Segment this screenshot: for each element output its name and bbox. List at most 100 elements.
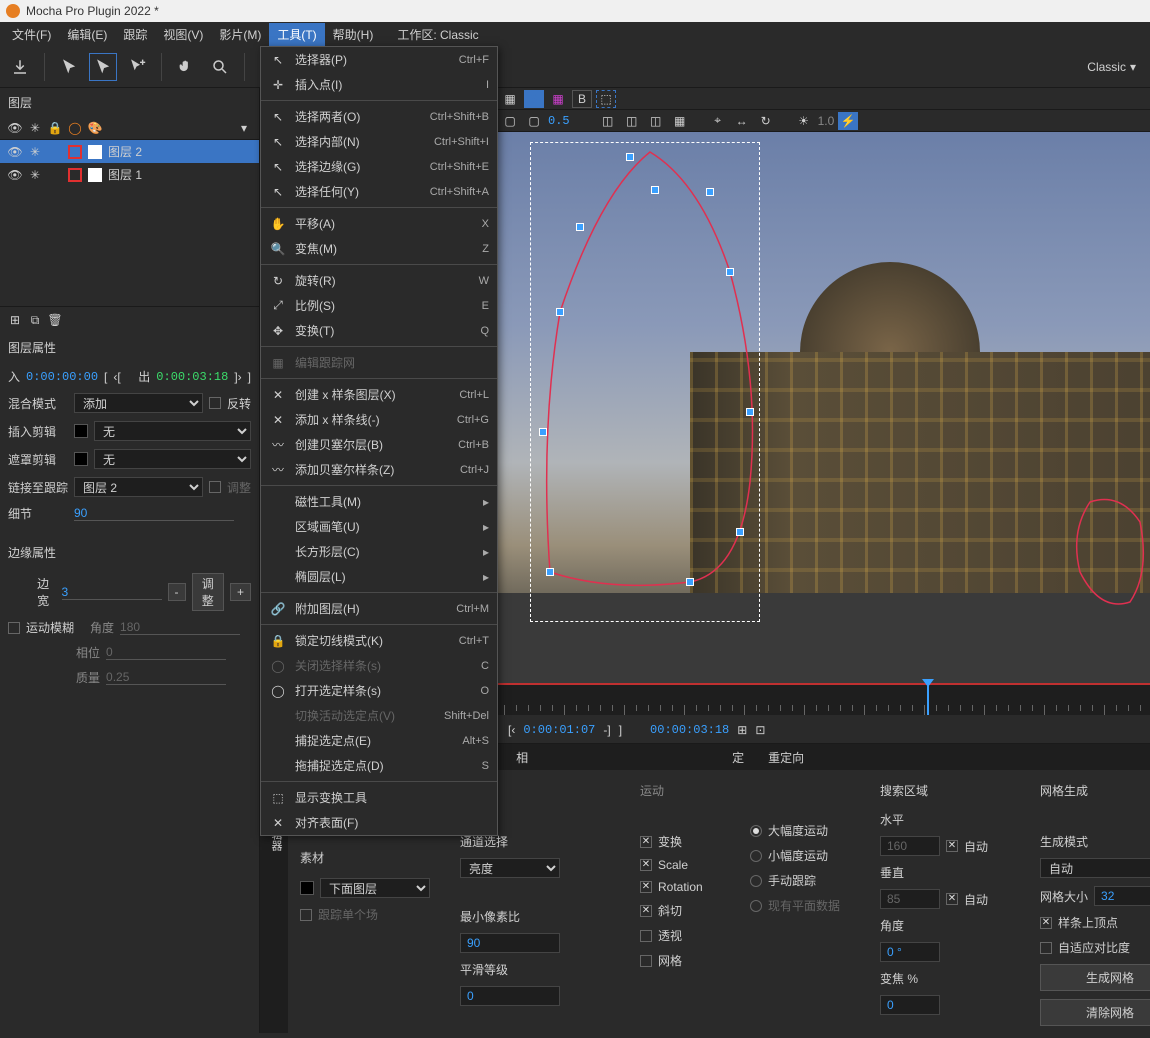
smooth-input[interactable] bbox=[460, 986, 560, 1006]
edge-minus-button[interactable]: - bbox=[168, 583, 186, 601]
htab-stabilize[interactable]: 定 bbox=[720, 744, 756, 770]
spline-handle[interactable] bbox=[576, 223, 584, 231]
menu-item[interactable]: ↖选择内部(N)Ctrl+Shift+I bbox=[261, 129, 497, 154]
spline-handle[interactable] bbox=[726, 268, 734, 276]
shear-checkbox[interactable] bbox=[640, 905, 652, 917]
pick-icon[interactable]: ⌖ bbox=[708, 112, 728, 130]
group-icon[interactable]: ⊞ bbox=[8, 313, 22, 327]
menu-item[interactable]: ⤢比例(S)E bbox=[261, 293, 497, 318]
eye-icon[interactable]: 👁 bbox=[8, 168, 22, 182]
adjust-checkbox[interactable] bbox=[209, 481, 221, 493]
spline-color-icon[interactable]: ◯ bbox=[68, 121, 82, 135]
menu-item[interactable]: ◯打开选定样条(s)O bbox=[261, 678, 497, 703]
gen-mode-select[interactable]: 自动 bbox=[1040, 858, 1150, 878]
layer-row[interactable]: 👁 ✳ 图层 1 bbox=[0, 163, 259, 186]
menu-help[interactable]: 帮助(H) bbox=[325, 23, 382, 46]
clear-mesh-button[interactable]: 清除网格 bbox=[1040, 999, 1150, 1026]
trash-icon[interactable]: 🗑 bbox=[48, 313, 62, 327]
motion-blur-checkbox[interactable] bbox=[8, 622, 20, 634]
menu-item[interactable]: 磁性工具(M)▸ bbox=[261, 489, 497, 514]
zoom-tool-icon[interactable] bbox=[206, 53, 234, 81]
menu-item[interactable]: 长方形层(C)▸ bbox=[261, 539, 497, 564]
edge-plus-button[interactable]: + bbox=[230, 583, 251, 601]
htab-camera[interactable]: 相 bbox=[504, 744, 540, 770]
bracket2-icon[interactable]: ] bbox=[619, 723, 622, 737]
large-motion-radio[interactable] bbox=[750, 825, 762, 837]
manual-radio[interactable] bbox=[750, 875, 762, 887]
bracket-out-icon[interactable]: ] bbox=[248, 370, 251, 384]
duplicate-icon[interactable]: ⧉ bbox=[28, 313, 42, 327]
out-timecode[interactable]: 00:00:03:18 bbox=[650, 723, 729, 737]
eye-icon[interactable]: 👁 bbox=[8, 121, 22, 135]
surface-icon[interactable]: S bbox=[524, 90, 544, 108]
layout-selector[interactable]: Classic ▾ bbox=[1087, 60, 1144, 74]
gear-icon[interactable]: ✳ bbox=[28, 168, 42, 182]
menu-item[interactable]: ↖选择器(P)Ctrl+F bbox=[261, 47, 497, 72]
blend-mode-select[interactable]: 添加 bbox=[74, 393, 203, 413]
playhead[interactable] bbox=[927, 685, 929, 715]
bracket-in-icon[interactable]: [ bbox=[104, 370, 107, 384]
zoom-in-icon[interactable]: ⊞ bbox=[737, 723, 747, 737]
menu-clip[interactable]: 影片(M) bbox=[211, 23, 269, 46]
spline-handle[interactable] bbox=[626, 153, 634, 161]
pointer-b-tool-icon[interactable] bbox=[89, 53, 117, 81]
gear-icon[interactable]: ✳ bbox=[28, 145, 42, 159]
horiz-auto-checkbox[interactable] bbox=[946, 840, 958, 852]
exposure-value[interactable]: 1.0 bbox=[818, 114, 835, 128]
menu-item[interactable]: ✕对齐表面(F) bbox=[261, 810, 497, 835]
search-angle-input[interactable] bbox=[880, 942, 940, 962]
spline-handle[interactable] bbox=[546, 568, 554, 576]
insert-color[interactable] bbox=[74, 424, 88, 438]
small-motion-radio[interactable] bbox=[750, 850, 762, 862]
single-field-checkbox[interactable] bbox=[300, 909, 312, 921]
menu-edit[interactable]: 编辑(E) bbox=[59, 23, 115, 46]
bracket-close-icon[interactable]: -] bbox=[603, 723, 610, 737]
detail-input[interactable] bbox=[74, 506, 234, 521]
eye-icon[interactable]: 👁 bbox=[8, 145, 22, 159]
out-timecode[interactable]: 0:00:03:18 bbox=[156, 370, 228, 384]
rotate-icon[interactable]: ↻ bbox=[756, 112, 776, 130]
matte-color[interactable] bbox=[74, 452, 88, 466]
quality-input[interactable] bbox=[106, 670, 226, 685]
layer2-icon[interactable]: ▢ bbox=[524, 112, 544, 130]
menu-file[interactable]: 文件(F) bbox=[4, 23, 59, 46]
spline-handle[interactable] bbox=[746, 408, 754, 416]
link-track-select[interactable]: 图层 2 bbox=[74, 477, 203, 497]
existing-radio[interactable] bbox=[750, 900, 762, 912]
layer-color1[interactable] bbox=[68, 145, 82, 159]
in-timecode[interactable]: 0:00:00:00 bbox=[26, 370, 98, 384]
vert-auto-checkbox[interactable] bbox=[946, 893, 958, 905]
mesh-size-input[interactable] bbox=[1094, 886, 1150, 906]
layer-icon[interactable]: ▢ bbox=[500, 112, 520, 130]
brightness-icon[interactable]: ☀ bbox=[794, 112, 814, 130]
selection-box[interactable] bbox=[530, 142, 760, 622]
view1-icon[interactable]: ◫ bbox=[598, 112, 618, 130]
menu-item[interactable]: 拖捕捉选定点(D)S bbox=[261, 753, 497, 778]
grid-icon[interactable]: ▦ bbox=[500, 90, 520, 108]
zoom-value[interactable]: 0.5 bbox=[548, 114, 570, 128]
gear-icon[interactable]: ✳ bbox=[28, 121, 42, 135]
menu-item[interactable]: 〰创建贝塞尔层(B)Ctrl+B bbox=[261, 432, 497, 457]
menu-item[interactable]: ✛插入点(I)I bbox=[261, 72, 497, 97]
menu-item[interactable]: 区域画笔(U)▸ bbox=[261, 514, 497, 539]
pointer-tool-icon[interactable] bbox=[55, 53, 83, 81]
search-zoom-input[interactable] bbox=[880, 995, 940, 1015]
menu-track[interactable]: 跟踪 bbox=[115, 23, 155, 46]
menu-item[interactable]: 〰添加贝塞尔样条(Z)Ctrl+J bbox=[261, 457, 497, 482]
add-point-tool-icon[interactable]: + bbox=[123, 53, 151, 81]
menu-item[interactable]: ✕创建 x 样条图层(X)Ctrl+L bbox=[261, 382, 497, 407]
menu-item[interactable]: ↖选择任何(Y)Ctrl+Shift+A bbox=[261, 179, 497, 204]
menu-item[interactable]: 🔗附加图层(H)Ctrl+M bbox=[261, 596, 497, 621]
generate-mesh-button[interactable]: 生成网格 bbox=[1040, 964, 1150, 991]
clip-select[interactable]: 下面图层 bbox=[320, 878, 430, 898]
workspace-label[interactable]: 工作区: Classic bbox=[389, 23, 486, 46]
spline-handle[interactable] bbox=[736, 528, 744, 536]
menu-item[interactable]: 捕捉选定点(E)Alt+S bbox=[261, 728, 497, 753]
move-icon[interactable]: ↔ bbox=[732, 112, 752, 130]
rotation-checkbox[interactable] bbox=[640, 881, 652, 893]
vertex-checkbox[interactable] bbox=[1040, 917, 1052, 929]
vert-input[interactable] bbox=[880, 889, 940, 909]
grid2-icon[interactable]: ▦ bbox=[548, 90, 568, 108]
save-icon[interactable] bbox=[6, 53, 34, 81]
menu-item[interactable]: ⬚显示变换工具 bbox=[261, 785, 497, 810]
